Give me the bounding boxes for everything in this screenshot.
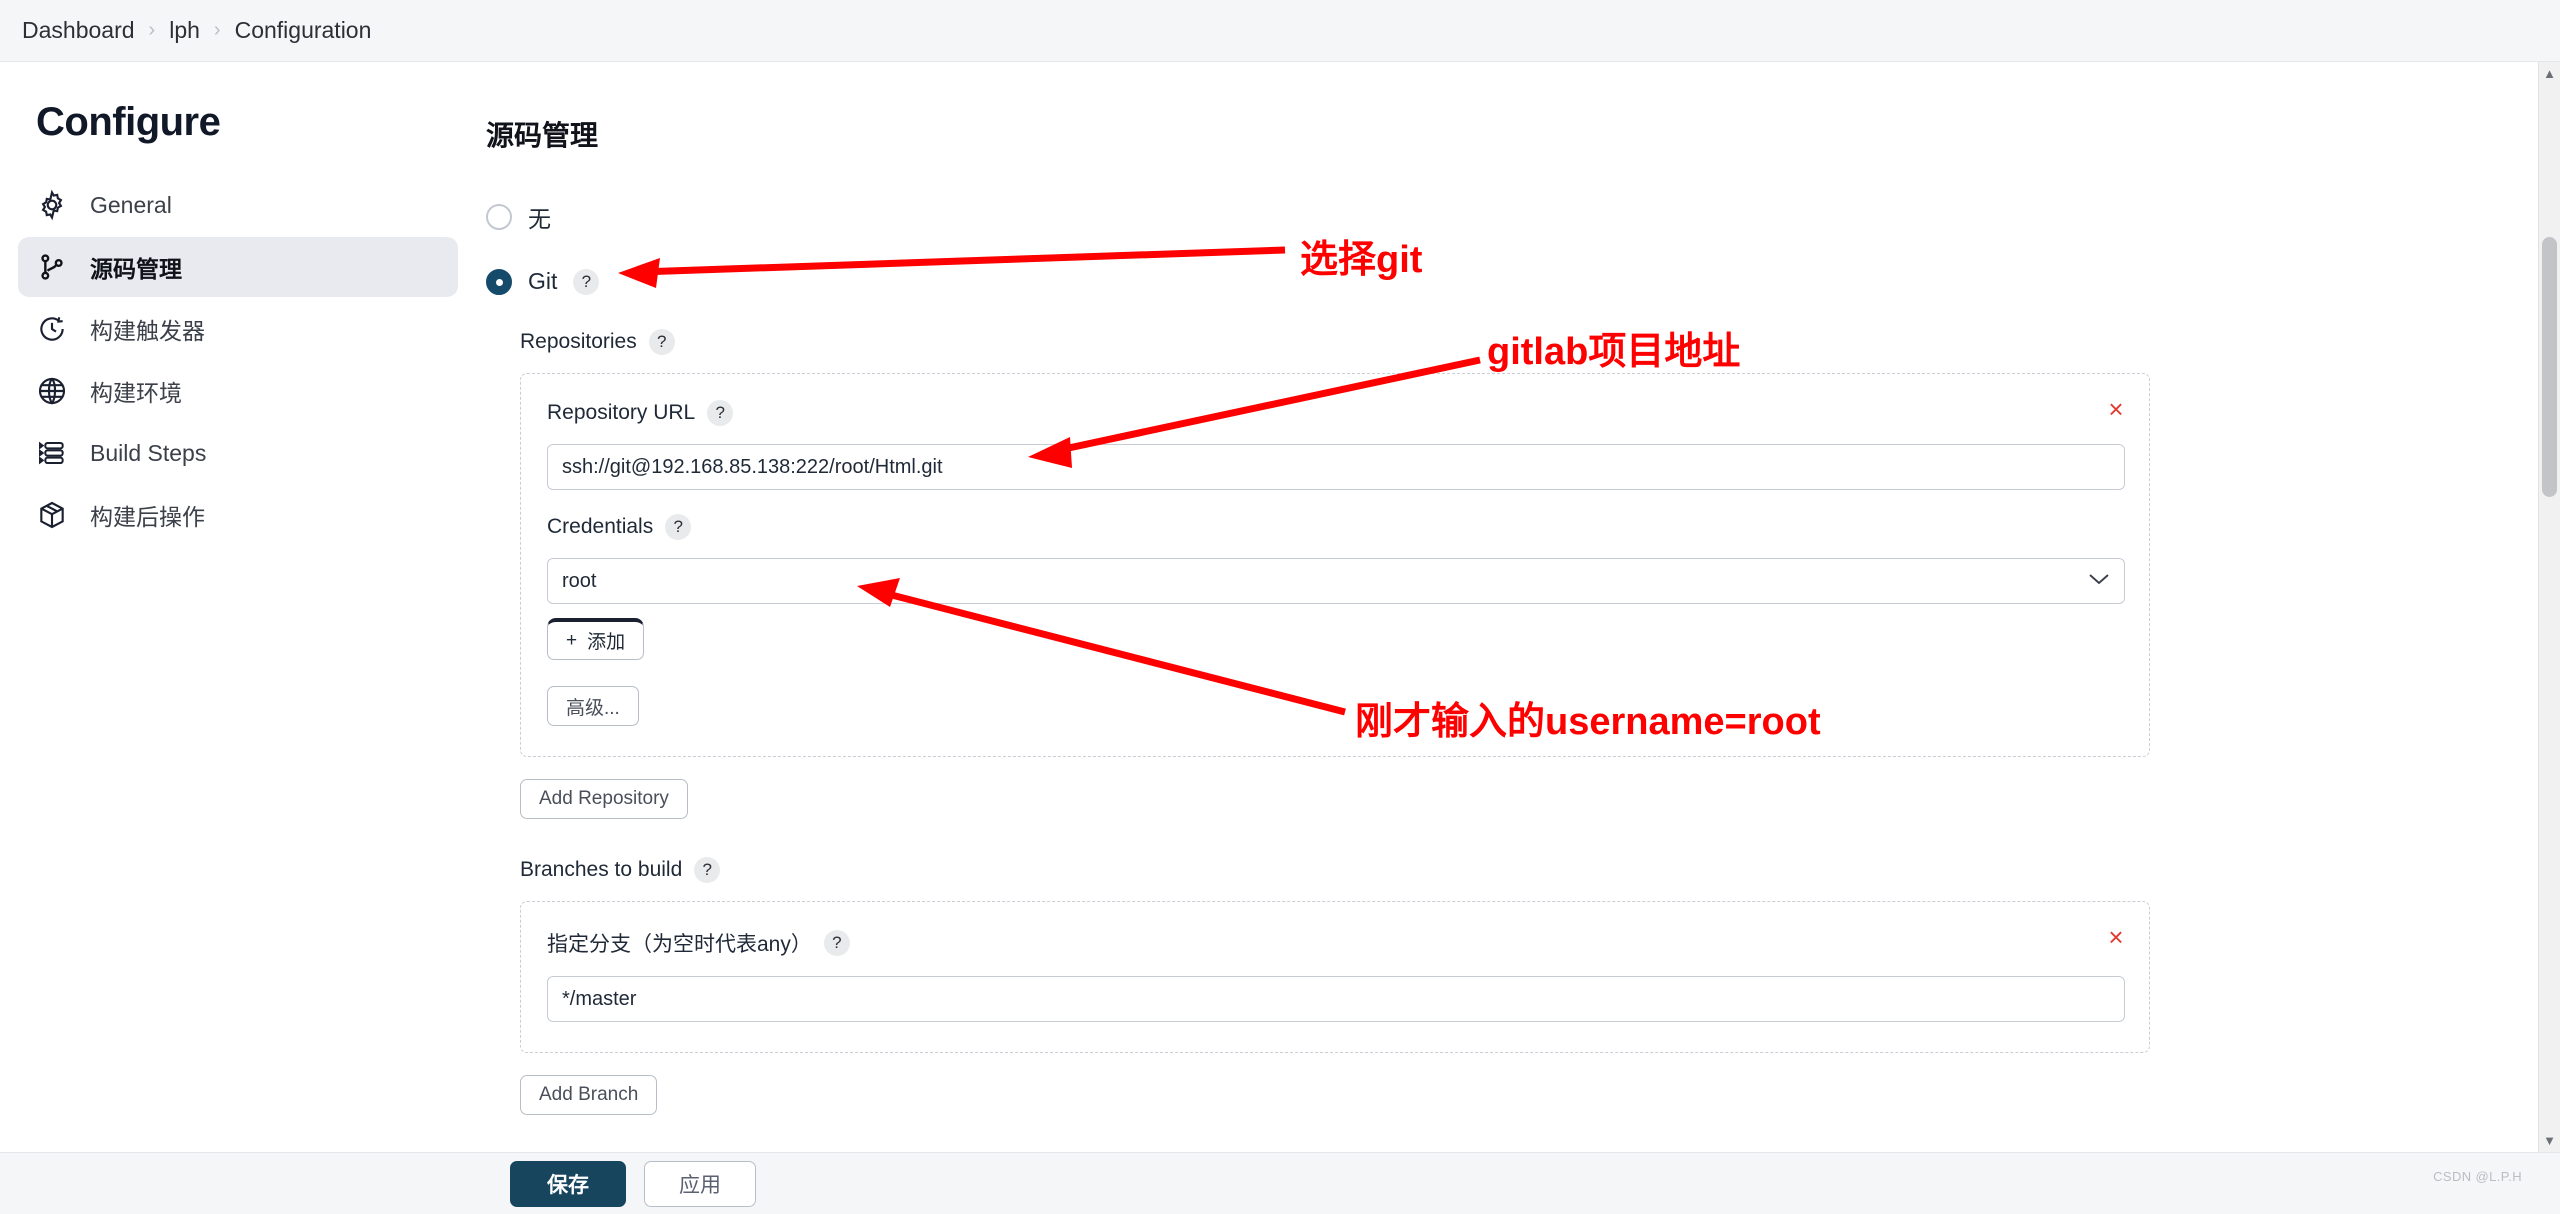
credentials-label: Credentials [547, 515, 654, 538]
scroll-down-arrow-icon[interactable]: ▼ [2543, 1133, 2556, 1148]
save-button[interactable]: 保存 [510, 1160, 626, 1207]
breadcrumb-separator-icon: › [213, 19, 221, 41]
credentials-label-row: Credentials ? [547, 514, 2123, 540]
branch-specifier-input[interactable]: */master [547, 976, 2125, 1022]
vertical-scrollbar[interactable]: ▲ ▼ [2538, 62, 2560, 1152]
chevron-down-icon [2088, 570, 2110, 592]
sidebar-item-label: General [90, 191, 172, 218]
help-icon-credentials[interactable]: ? [665, 514, 692, 540]
radio-none[interactable] [486, 204, 512, 230]
add-branch-button[interactable]: Add Branch [520, 1075, 658, 1115]
breadcrumb: Dashboard › lph › Configuration [0, 0, 2560, 62]
annotation-text-gitlab-url: gitlab项目地址 [1487, 331, 1741, 373]
repository-url-label: Repository URL [547, 401, 696, 424]
scroll-up-arrow-icon[interactable]: ▲ [2543, 66, 2556, 81]
annotation-text-select-git: 选择git [1300, 239, 1423, 281]
list-steps-icon [36, 437, 68, 469]
sidebar-item-label: 构建触发器 [90, 318, 205, 344]
advanced-button[interactable]: 高级... [547, 686, 639, 726]
breadcrumb-separator-icon: › [148, 19, 156, 41]
help-icon-repositories[interactable]: ? [648, 329, 675, 355]
help-icon-branches[interactable]: ? [694, 857, 721, 883]
branches-label-row: Branches to build ? [520, 857, 2560, 883]
apply-button[interactable]: 应用 [644, 1160, 756, 1207]
watermark: CSDN @L.P.H [2433, 1169, 2522, 1184]
help-icon-git[interactable]: ? [573, 268, 600, 295]
scm-option-none[interactable]: 无 [486, 200, 2560, 234]
branches-to-build-label: Branches to build [520, 858, 683, 881]
branch-specifier-label-row: 指定分支（为空时代表any） ? [547, 928, 2123, 958]
page-heading: Configure [36, 100, 221, 144]
help-icon-repository-url[interactable]: ? [707, 400, 734, 426]
breadcrumb-item-job[interactable]: lph [169, 17, 200, 44]
section-title-scm: 源码管理 [486, 120, 599, 151]
add-repository-button[interactable]: Add Repository [520, 779, 688, 819]
remove-branch-icon[interactable]: × [2101, 922, 2131, 952]
plus-icon: + [566, 629, 578, 651]
globe-icon [36, 375, 68, 407]
sidebar-item-label: 源码管理 [90, 256, 182, 282]
sidebar-item-label: Build Steps [90, 439, 207, 466]
sidebar-item-build-triggers[interactable]: 构建触发器 [18, 299, 458, 359]
repositories-label: Repositories [520, 330, 637, 353]
credentials-select-value: root [562, 569, 597, 592]
add-credential-button[interactable]: + 添加 [547, 618, 645, 660]
breadcrumb-item-configuration[interactable]: Configuration [235, 17, 372, 44]
repository-entry: × Repository URL ? ssh://git@192.168.85.… [520, 373, 2150, 757]
sidebar-item-build-environment[interactable]: 构建环境 [18, 361, 458, 421]
radio-none-label: 无 [528, 206, 551, 232]
sidebar-item-label: 构建后操作 [90, 504, 205, 530]
branch-specifier-label: 指定分支（为空时代表any） [547, 933, 812, 956]
scm-option-git[interactable]: Git ? [486, 268, 2560, 295]
scrollbar-thumb[interactable] [2542, 237, 2557, 497]
source-branch-icon [36, 251, 68, 283]
form-action-bar: 保存 应用 [0, 1152, 2560, 1214]
sidebar-item-source-code-management[interactable]: 源码管理 [18, 237, 458, 297]
help-icon-branch-specifier[interactable]: ? [823, 930, 850, 956]
add-credential-label: 添加 [587, 632, 626, 653]
radio-git-label: Git [528, 268, 558, 294]
configuration-form: 源码管理 无 Git ? Repositories ? × Repository… [476, 62, 2560, 1214]
gear-icon [36, 189, 68, 221]
repository-url-label-row: Repository URL ? [547, 400, 2123, 426]
configure-sidebar: Configure General 源码管理 构建触发器 构建环境 Build … [0, 62, 476, 1214]
branch-entry: × 指定分支（为空时代表any） ? */master [520, 901, 2150, 1053]
sidebar-item-build-steps[interactable]: Build Steps [18, 423, 458, 483]
breadcrumb-item-dashboard[interactable]: Dashboard [22, 17, 135, 44]
annotation-text-username-root: 刚才输入的username=root [1355, 701, 1821, 743]
sidebar-item-label: 构建环境 [90, 380, 182, 406]
package-icon [36, 499, 68, 531]
credentials-select[interactable]: root [547, 558, 2125, 604]
remove-repository-icon[interactable]: × [2101, 394, 2131, 424]
repository-url-input[interactable]: ssh://git@192.168.85.138:222/root/Html.g… [547, 444, 2125, 490]
clock-icon [36, 313, 68, 345]
sidebar-item-general[interactable]: General [18, 175, 458, 235]
radio-git[interactable] [486, 268, 512, 295]
sidebar-item-post-build-actions[interactable]: 构建后操作 [18, 485, 458, 545]
page-body: Configure General 源码管理 构建触发器 构建环境 Build … [0, 62, 2560, 1214]
